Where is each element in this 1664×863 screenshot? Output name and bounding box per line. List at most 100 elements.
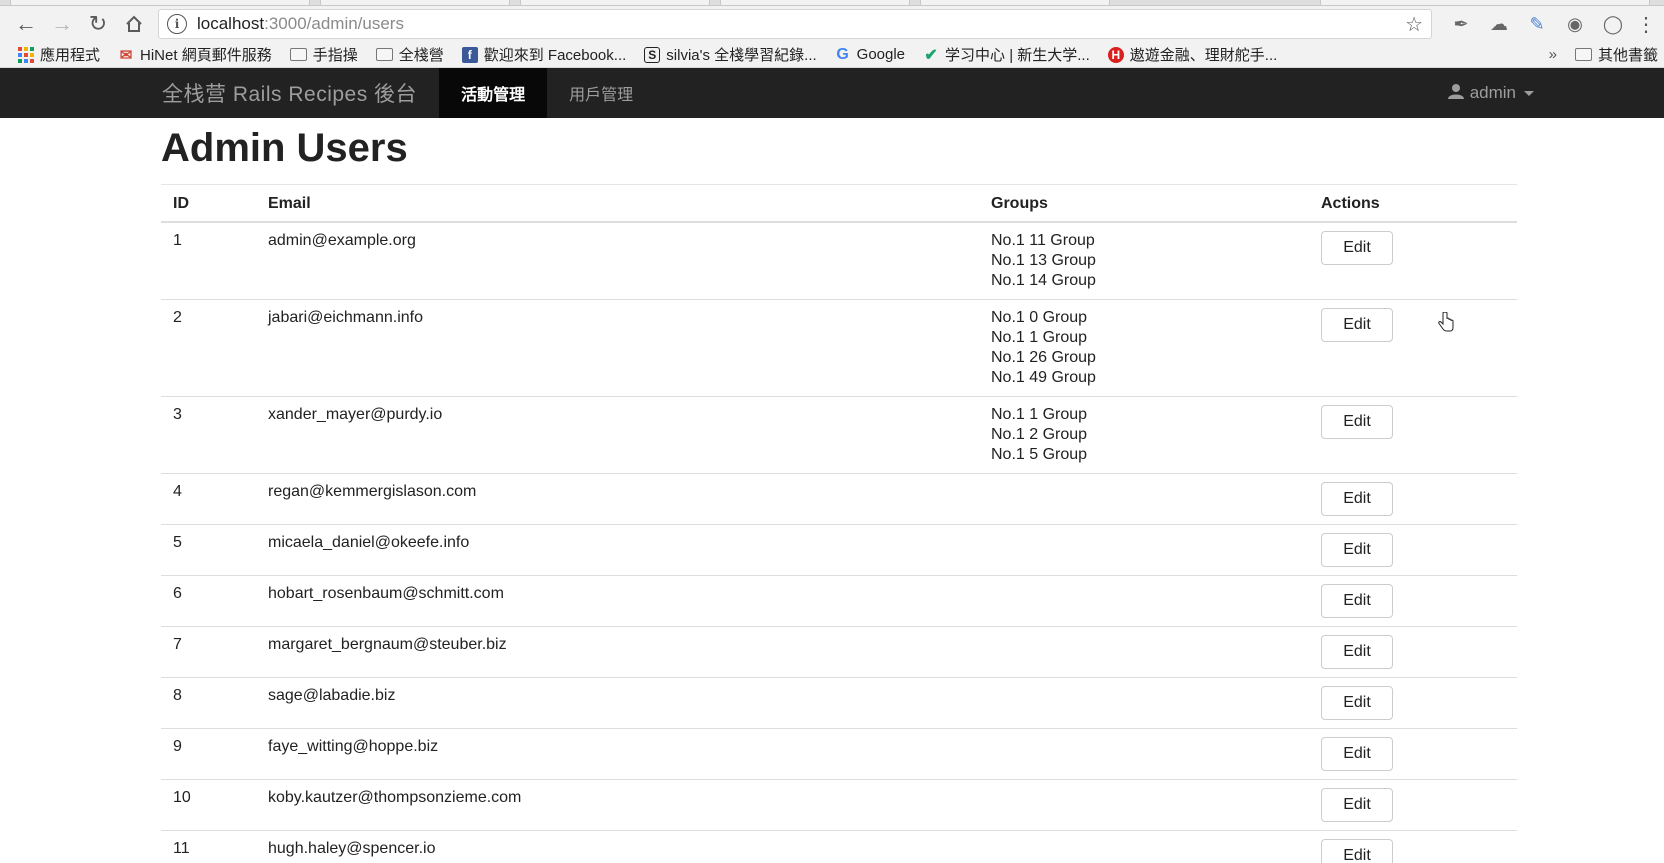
table-row: 1 admin@example.org No.1 11 Group No.1 1… [161,222,1517,300]
bookmark-star-icon[interactable]: ☆ [1405,12,1423,37]
user-groups [979,575,1309,627]
home-icon[interactable] [116,9,152,39]
bookmark-finger[interactable]: 手指操 [289,44,358,65]
bookmark-google[interactable]: G Google [835,45,906,64]
browser-tab[interactable] [720,0,910,6]
bookmark-facebook[interactable]: f 歡迎來到 Facebook... [461,44,626,65]
user-email: jabari@eichmann.info [256,299,979,397]
bookmark-finance[interactable]: H 遨遊金融、理財舵手... [1107,44,1278,65]
bookmark-label: 其他書籤 [1597,47,1658,64]
google-icon: G [836,45,849,63]
bookmark-fullstack[interactable]: 全棧營 [375,44,444,65]
table-row: 2 jabari@eichmann.info No.1 0 Group No.1… [161,299,1517,397]
edit-button[interactable]: Edit [1321,635,1393,669]
bookmark-label: 應用程式 [40,47,101,64]
bookmarks-overflow-button[interactable]: » [1549,46,1557,63]
code-extension-icon[interactable]: ◯ [1598,9,1628,39]
group-item: No.1 2 Group [991,426,1088,443]
camera-extension-icon[interactable]: ◉ [1560,9,1590,39]
table-row: 5 micaela_daniel@okeefe.info Edit [161,524,1517,576]
table-row: 11 hugh.haley@spencer.io Edit [161,830,1517,863]
page-title: Admin Users [161,128,1517,185]
bookmark-hinet[interactable]: ✉ HiNet 網頁郵件服務 [118,44,272,65]
edit-button[interactable]: Edit [1321,584,1393,618]
edit-button[interactable]: Edit [1321,231,1393,265]
info-icon[interactable]: i [167,14,187,34]
table-header-row: ID Email Groups Actions [161,185,1517,223]
bookmark-label: Google [856,46,906,63]
user-dropdown[interactable]: admin [1447,68,1534,118]
url-host: localhost [197,14,265,33]
table-row: 10 koby.kautzer@thompsonzieme.com Edit [161,779,1517,831]
mail-icon: ✉ [119,46,133,64]
back-icon[interactable]: ← [8,9,44,39]
user-id: 10 [161,779,256,831]
user-groups: No.1 0 Group No.1 1 Group No.1 26 Group … [979,299,1309,397]
nav-item-users[interactable]: 用戶管理 [547,68,655,118]
edit-button[interactable]: Edit [1321,839,1393,863]
user-id: 3 [161,396,256,474]
browser-tab[interactable] [10,0,310,6]
group-item: No.1 1 Group [991,406,1088,423]
translate-extension-icon[interactable]: ✎ [1522,9,1552,39]
address-bar[interactable]: i localhost:3000/admin/users ☆ [158,9,1432,39]
bookmark-label: 遨遊金融、理財舵手... [1129,47,1278,64]
user-email: koby.kautzer@thompsonzieme.com [256,779,979,831]
bookmark-label: 全棧營 [398,47,444,64]
user-actions: Edit [1309,626,1517,678]
user-icon [1447,83,1464,104]
user-id: 11 [161,830,256,863]
app-navbar: 全栈营 Rails Recipes 後台 活動管理 用戶管理 admin [0,68,1664,118]
browser-tab[interactable] [520,0,710,6]
study-icon: ✔ [924,46,938,64]
group-item: No.1 5 Group [991,446,1088,463]
group-item: No.1 11 Group [991,232,1095,249]
user-id: 4 [161,473,256,525]
user-groups [979,830,1309,863]
browser-menu-icon[interactable]: ⋮ [1636,12,1656,37]
edit-button[interactable]: Edit [1321,482,1393,516]
user-actions: Edit [1309,728,1517,780]
edit-button[interactable]: Edit [1321,737,1393,771]
group-item: No.1 1 Group [991,329,1088,346]
bookmark-other[interactable]: 其他書籤 [1574,44,1658,65]
silvia-icon: S [644,46,661,63]
evernote-extension-icon[interactable]: ☁ [1484,9,1514,39]
browser-tab[interactable] [920,0,1110,6]
pen-extension-icon[interactable]: ✒ [1446,9,1476,39]
user-actions: Edit [1309,830,1517,863]
edit-button[interactable]: Edit [1321,405,1393,439]
facebook-icon: f [461,46,478,63]
bookmark-apps[interactable]: 應用程式 [18,44,100,65]
reload-icon[interactable]: ↻ [80,9,116,39]
user-actions: Edit [1309,222,1517,300]
user-email: faye_witting@hoppe.biz [256,728,979,780]
users-table: ID Email Groups Actions 1 admin@example.… [161,185,1517,863]
user-groups [979,779,1309,831]
edit-button[interactable]: Edit [1321,788,1393,822]
user-actions: Edit [1309,575,1517,627]
user-actions: Edit [1309,677,1517,729]
bookmarks-bar: 應用程式 ✉ HiNet 網頁郵件服務 手指操 全棧營 f 歡迎來到 Faceb… [0,42,1664,68]
user-groups [979,626,1309,678]
browser-tab-strip [0,0,1664,6]
forward-icon[interactable]: → [44,9,80,39]
group-item: No.1 14 Group [991,272,1096,289]
user-groups: No.1 11 Group No.1 13 Group No.1 14 Grou… [979,222,1309,300]
group-item: No.1 0 Group [991,309,1088,326]
browser-tab[interactable] [1320,0,1650,6]
nav-item-events[interactable]: 活動管理 [439,68,548,118]
user-groups: No.1 1 Group No.1 2 Group No.1 5 Group [979,396,1309,474]
user-email: regan@kemmergislason.com [256,473,979,525]
navbar-brand[interactable]: 全栈营 Rails Recipes 後台 [160,68,439,118]
edit-button[interactable]: Edit [1321,533,1393,567]
bookmark-label: HiNet 網頁郵件服務 [140,47,272,64]
table-row: 3 xander_mayer@purdy.io No.1 1 Group No.… [161,396,1517,474]
table-row: 9 faye_witting@hoppe.biz Edit [161,728,1517,780]
apps-icon [18,46,34,63]
browser-tab[interactable] [320,0,510,6]
edit-button[interactable]: Edit [1321,686,1393,720]
bookmark-study[interactable]: ✔ 学习中心 | 新生大学... [923,44,1089,65]
bookmark-silvia[interactable]: S silvia's 全棧學習紀錄... [644,44,817,65]
edit-button[interactable]: Edit [1321,308,1393,342]
